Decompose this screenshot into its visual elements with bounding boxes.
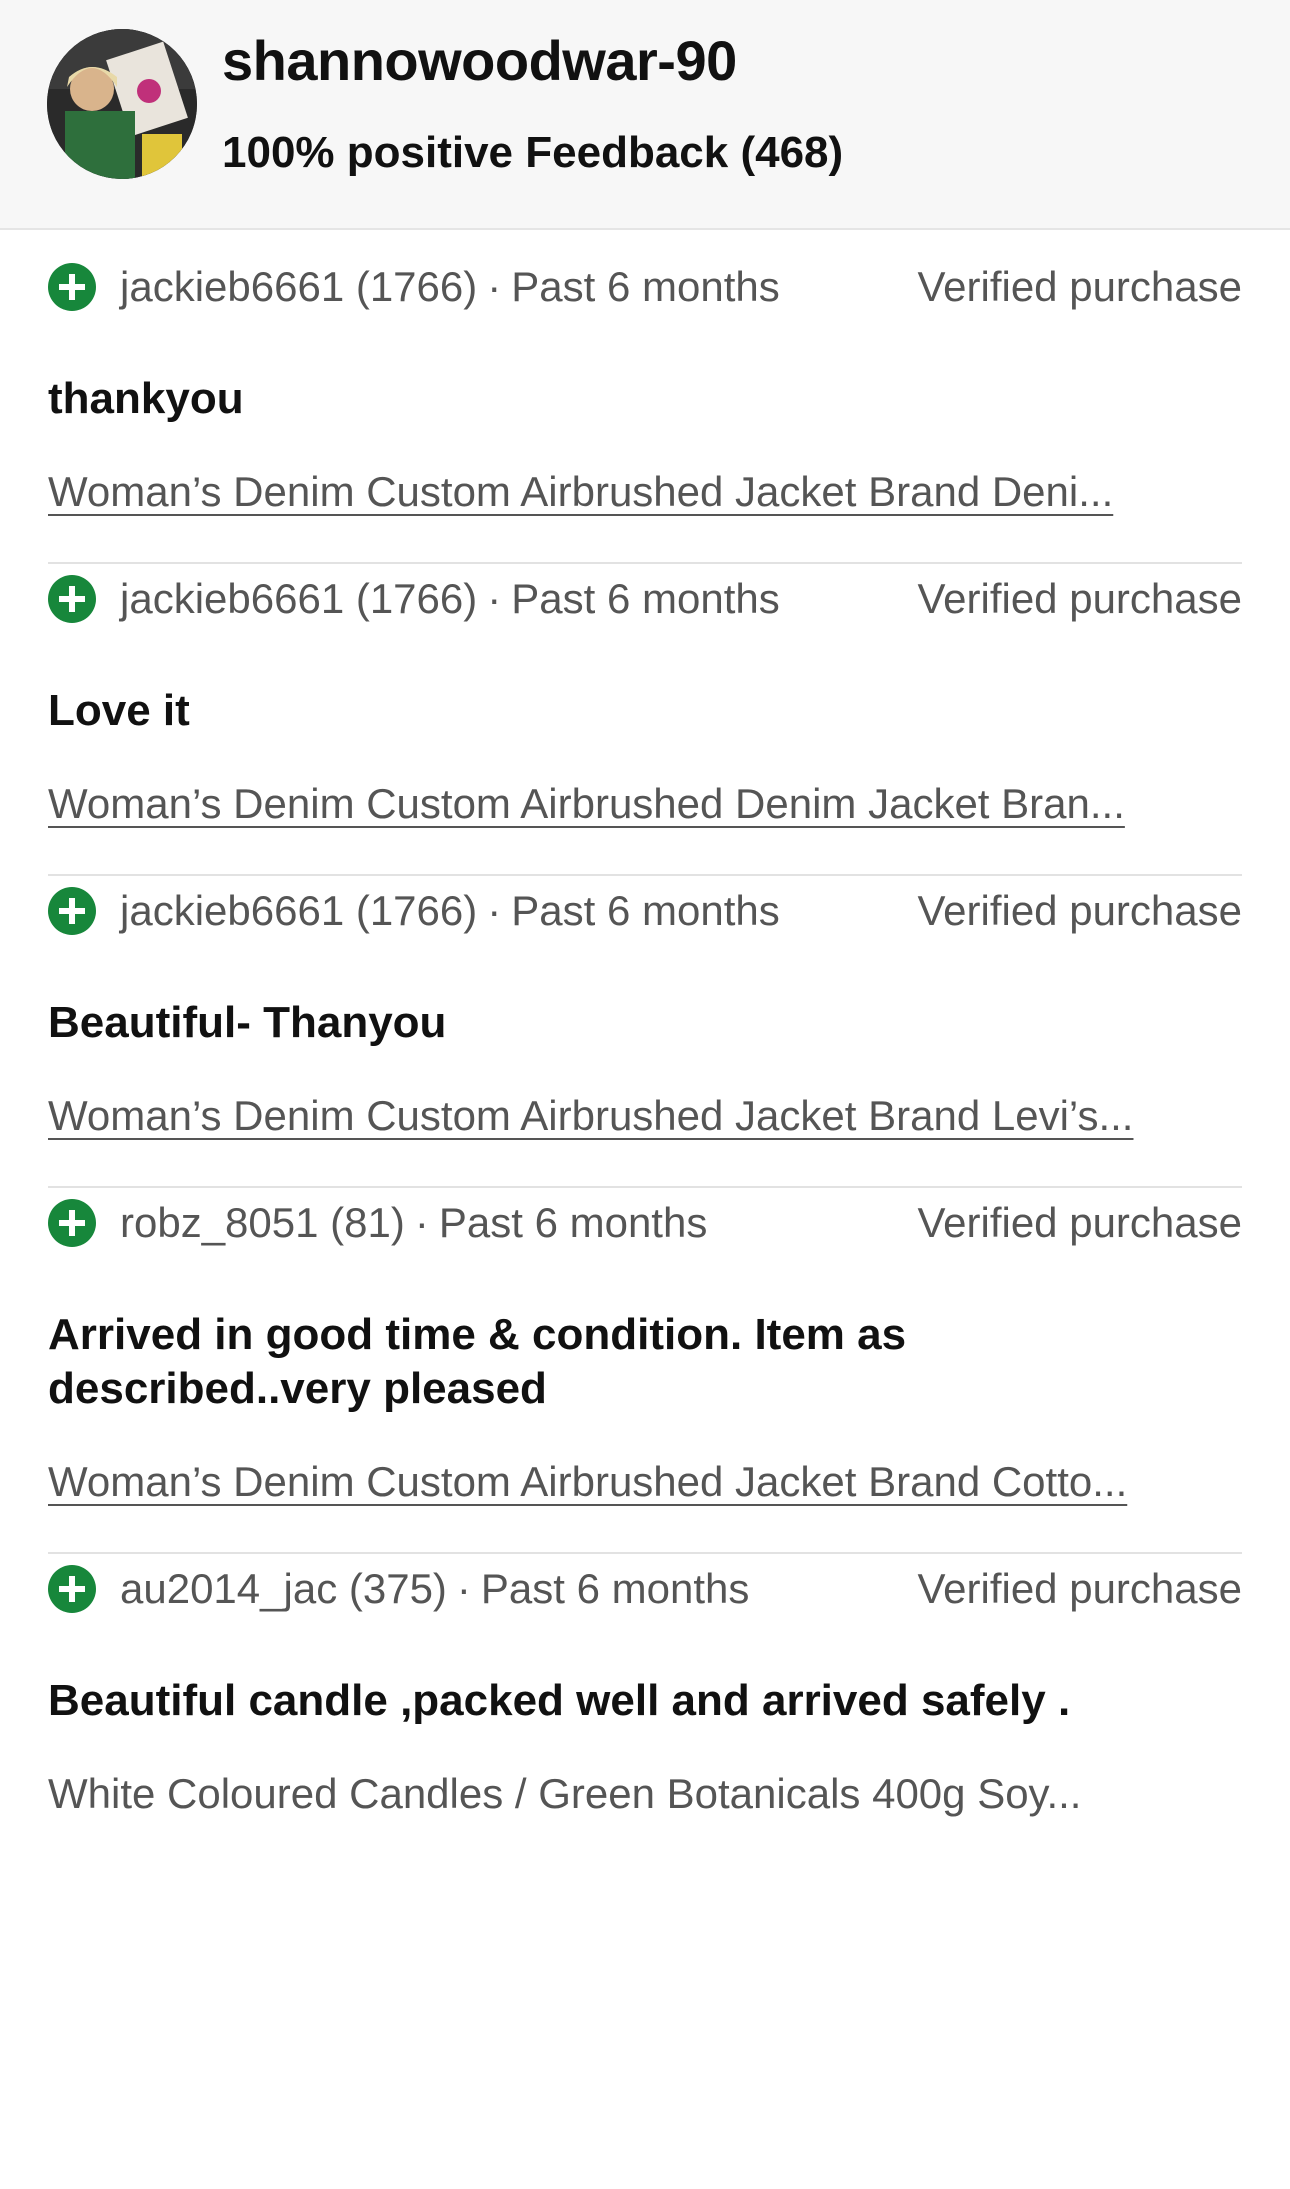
item-title-link[interactable]: Woman’s Denim Custom Airbrushed Jacket B… (48, 1458, 1242, 1506)
feedback-item: jackieb6661 (1766) · Past 6 months Verif… (48, 564, 1242, 876)
seller-avatar[interactable] (47, 29, 197, 179)
feedback-item: au2014_jac (375) · Past 6 months Verifie… (48, 1554, 1242, 1818)
feedback-meta: robz_8051 (81) · Past 6 months Verified … (48, 1188, 1242, 1258)
verified-purchase-badge: Verified purchase (917, 1565, 1242, 1612)
reviewer-name[interactable]: jackieb6661 (1766) (120, 887, 477, 935)
reviewer-name[interactable]: jackieb6661 (1766) (120, 575, 477, 623)
feedback-period: Past 6 months (480, 1565, 750, 1612)
meta-separator: · (487, 263, 502, 310)
seller-feedback-summary: 100% positive Feedback (468) (222, 128, 844, 177)
item-title-link[interactable]: White Coloured Candles / Green Botanical… (48, 1770, 1242, 1818)
reviewer-name[interactable]: jackieb6661 (1766) (120, 263, 477, 311)
meta-separator: · (456, 1565, 471, 1612)
item-title-link[interactable]: Woman’s Denim Custom Airbrushed Denim Ja… (48, 780, 1242, 828)
feedback-comment: Beautiful candle ,packed well and arrive… (48, 1676, 1071, 1725)
plus-circle-icon (48, 1199, 96, 1247)
verified-purchase-badge: Verified purchase (917, 575, 1242, 622)
reviewer-name[interactable]: robz_8051 (81) (120, 1199, 405, 1247)
feedback-comment: Beautiful- Thanyou (48, 998, 447, 1047)
plus-circle-icon (48, 1565, 96, 1613)
plus-circle-icon (48, 575, 96, 623)
item-title-link[interactable]: Woman’s Denim Custom Airbrushed Jacket B… (48, 1092, 1242, 1140)
feedback-meta: jackieb6661 (1766) · Past 6 months Verif… (48, 564, 1242, 634)
feedback-period: Past 6 months (511, 887, 780, 934)
reviewer-name[interactable]: au2014_jac (375) (120, 1565, 447, 1613)
item-title-link[interactable]: Woman’s Denim Custom Airbrushed Jacket B… (48, 468, 1242, 516)
verified-purchase-badge: Verified purchase (917, 887, 1242, 934)
feedback-meta: au2014_jac (375) · Past 6 months Verifie… (48, 1554, 1242, 1624)
feedback-item: robz_8051 (81) · Past 6 months Verified … (48, 1188, 1242, 1554)
seller-username[interactable]: shannowoodwar-90 (222, 28, 737, 93)
feedback-period: Past 6 months (511, 263, 780, 310)
feedback-item: jackieb6661 (1766) · Past 6 months Verif… (48, 252, 1242, 564)
feedback-meta: jackieb6661 (1766) · Past 6 months Verif… (48, 252, 1242, 322)
meta-separator: · (487, 575, 502, 622)
plus-circle-icon (48, 887, 96, 935)
feedback-meta: jackieb6661 (1766) · Past 6 months Verif… (48, 876, 1242, 946)
seller-header: shannowoodwar-90 100% positive Feedback … (0, 0, 1290, 230)
feedback-comment: Love it (48, 686, 190, 735)
verified-purchase-badge: Verified purchase (917, 263, 1242, 310)
feedback-comment: Arrived in good time & condition. Item a… (48, 1310, 907, 1413)
plus-circle-icon (48, 263, 96, 311)
feedback-period: Past 6 months (438, 1199, 708, 1246)
meta-separator: · (414, 1199, 429, 1246)
feedback-list: jackieb6661 (1766) · Past 6 months Verif… (48, 252, 1242, 1864)
feedback-comment: thankyou (48, 374, 244, 423)
verified-purchase-badge: Verified purchase (917, 1199, 1242, 1246)
meta-separator: · (487, 887, 502, 934)
feedback-item: jackieb6661 (1766) · Past 6 months Verif… (48, 876, 1242, 1188)
feedback-period: Past 6 months (511, 575, 780, 622)
